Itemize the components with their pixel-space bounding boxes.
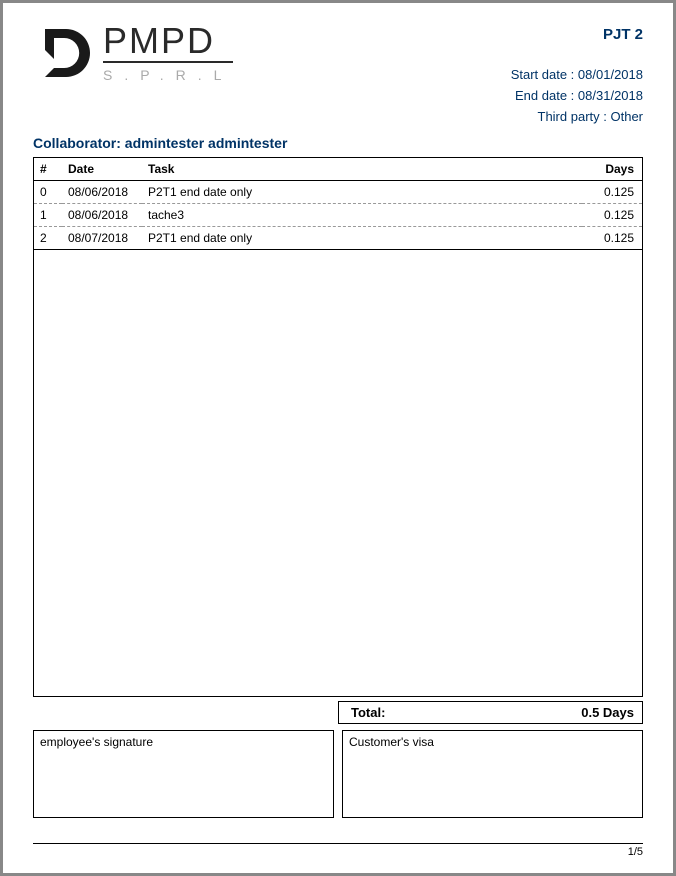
table-row: 0 08/06/2018 P2T1 end date only 0.125 <box>34 181 642 204</box>
header: PMPD S.P.R.L PJT 2 Start date : 08/01/20… <box>33 23 643 127</box>
signature-row: employee's signature Customer's visa <box>33 730 643 818</box>
logo-block: PMPD S.P.R.L <box>33 23 233 83</box>
cell-date: 08/07/2018 <box>62 227 142 250</box>
employee-signature-box: employee's signature <box>33 730 334 818</box>
logo-text-block: PMPD S.P.R.L <box>103 23 233 83</box>
cell-idx: 1 <box>34 204 62 227</box>
collaborator-name: admintester admintester <box>125 135 288 151</box>
task-table-box: # Date Task Days 0 08/06/2018 P2T1 end d… <box>33 157 643 697</box>
customer-visa-label: Customer's visa <box>349 735 434 749</box>
third-party-row: Third party : Other <box>511 107 643 128</box>
end-date-row: End date : 08/31/2018 <box>511 86 643 107</box>
cell-task: P2T1 end date only <box>142 181 582 204</box>
col-header-task: Task <box>142 158 582 181</box>
cell-date: 08/06/2018 <box>62 181 142 204</box>
logo-subtitle: S.P.R.L <box>103 67 233 83</box>
header-meta: PJT 2 Start date : 08/01/2018 End date :… <box>511 23 643 127</box>
start-date-row: Start date : 08/01/2018 <box>511 65 643 86</box>
total-label: Total: <box>347 705 385 720</box>
collaborator-label: Collaborator: <box>33 135 121 151</box>
end-date-value: 08/31/2018 <box>578 88 643 103</box>
table-row: 2 08/07/2018 P2T1 end date only 0.125 <box>34 227 642 250</box>
start-date-label: Start date : <box>511 67 575 82</box>
total-box: Total: 0.5 Days <box>338 701 643 724</box>
pd-logo-icon <box>33 23 93 83</box>
document-page: PMPD S.P.R.L PJT 2 Start date : 08/01/20… <box>3 3 673 873</box>
cell-idx: 0 <box>34 181 62 204</box>
start-date-value: 08/01/2018 <box>578 67 643 82</box>
logo-title: PMPD <box>103 23 233 63</box>
cell-idx: 2 <box>34 227 62 250</box>
total-value: 0.5 Days <box>581 705 634 720</box>
page-number: 1/5 <box>33 843 643 858</box>
third-party-value: Other <box>610 109 643 124</box>
cell-days: 0.125 <box>582 227 642 250</box>
col-header-idx: # <box>34 158 62 181</box>
cell-task: tache3 <box>142 204 582 227</box>
col-header-days: Days <box>582 158 642 181</box>
customer-visa-box: Customer's visa <box>342 730 643 818</box>
end-date-label: End date : <box>515 88 574 103</box>
task-table: # Date Task Days 0 08/06/2018 P2T1 end d… <box>34 158 642 250</box>
table-header-row: # Date Task Days <box>34 158 642 181</box>
project-code: PJT 2 <box>511 23 643 47</box>
col-header-date: Date <box>62 158 142 181</box>
table-row: 1 08/06/2018 tache3 0.125 <box>34 204 642 227</box>
employee-signature-label: employee's signature <box>40 735 153 749</box>
third-party-label: Third party : <box>538 109 607 124</box>
cell-date: 08/06/2018 <box>62 204 142 227</box>
cell-task: P2T1 end date only <box>142 227 582 250</box>
collaborator-line: Collaborator: admintester admintester <box>33 135 643 151</box>
cell-days: 0.125 <box>582 181 642 204</box>
cell-days: 0.125 <box>582 204 642 227</box>
